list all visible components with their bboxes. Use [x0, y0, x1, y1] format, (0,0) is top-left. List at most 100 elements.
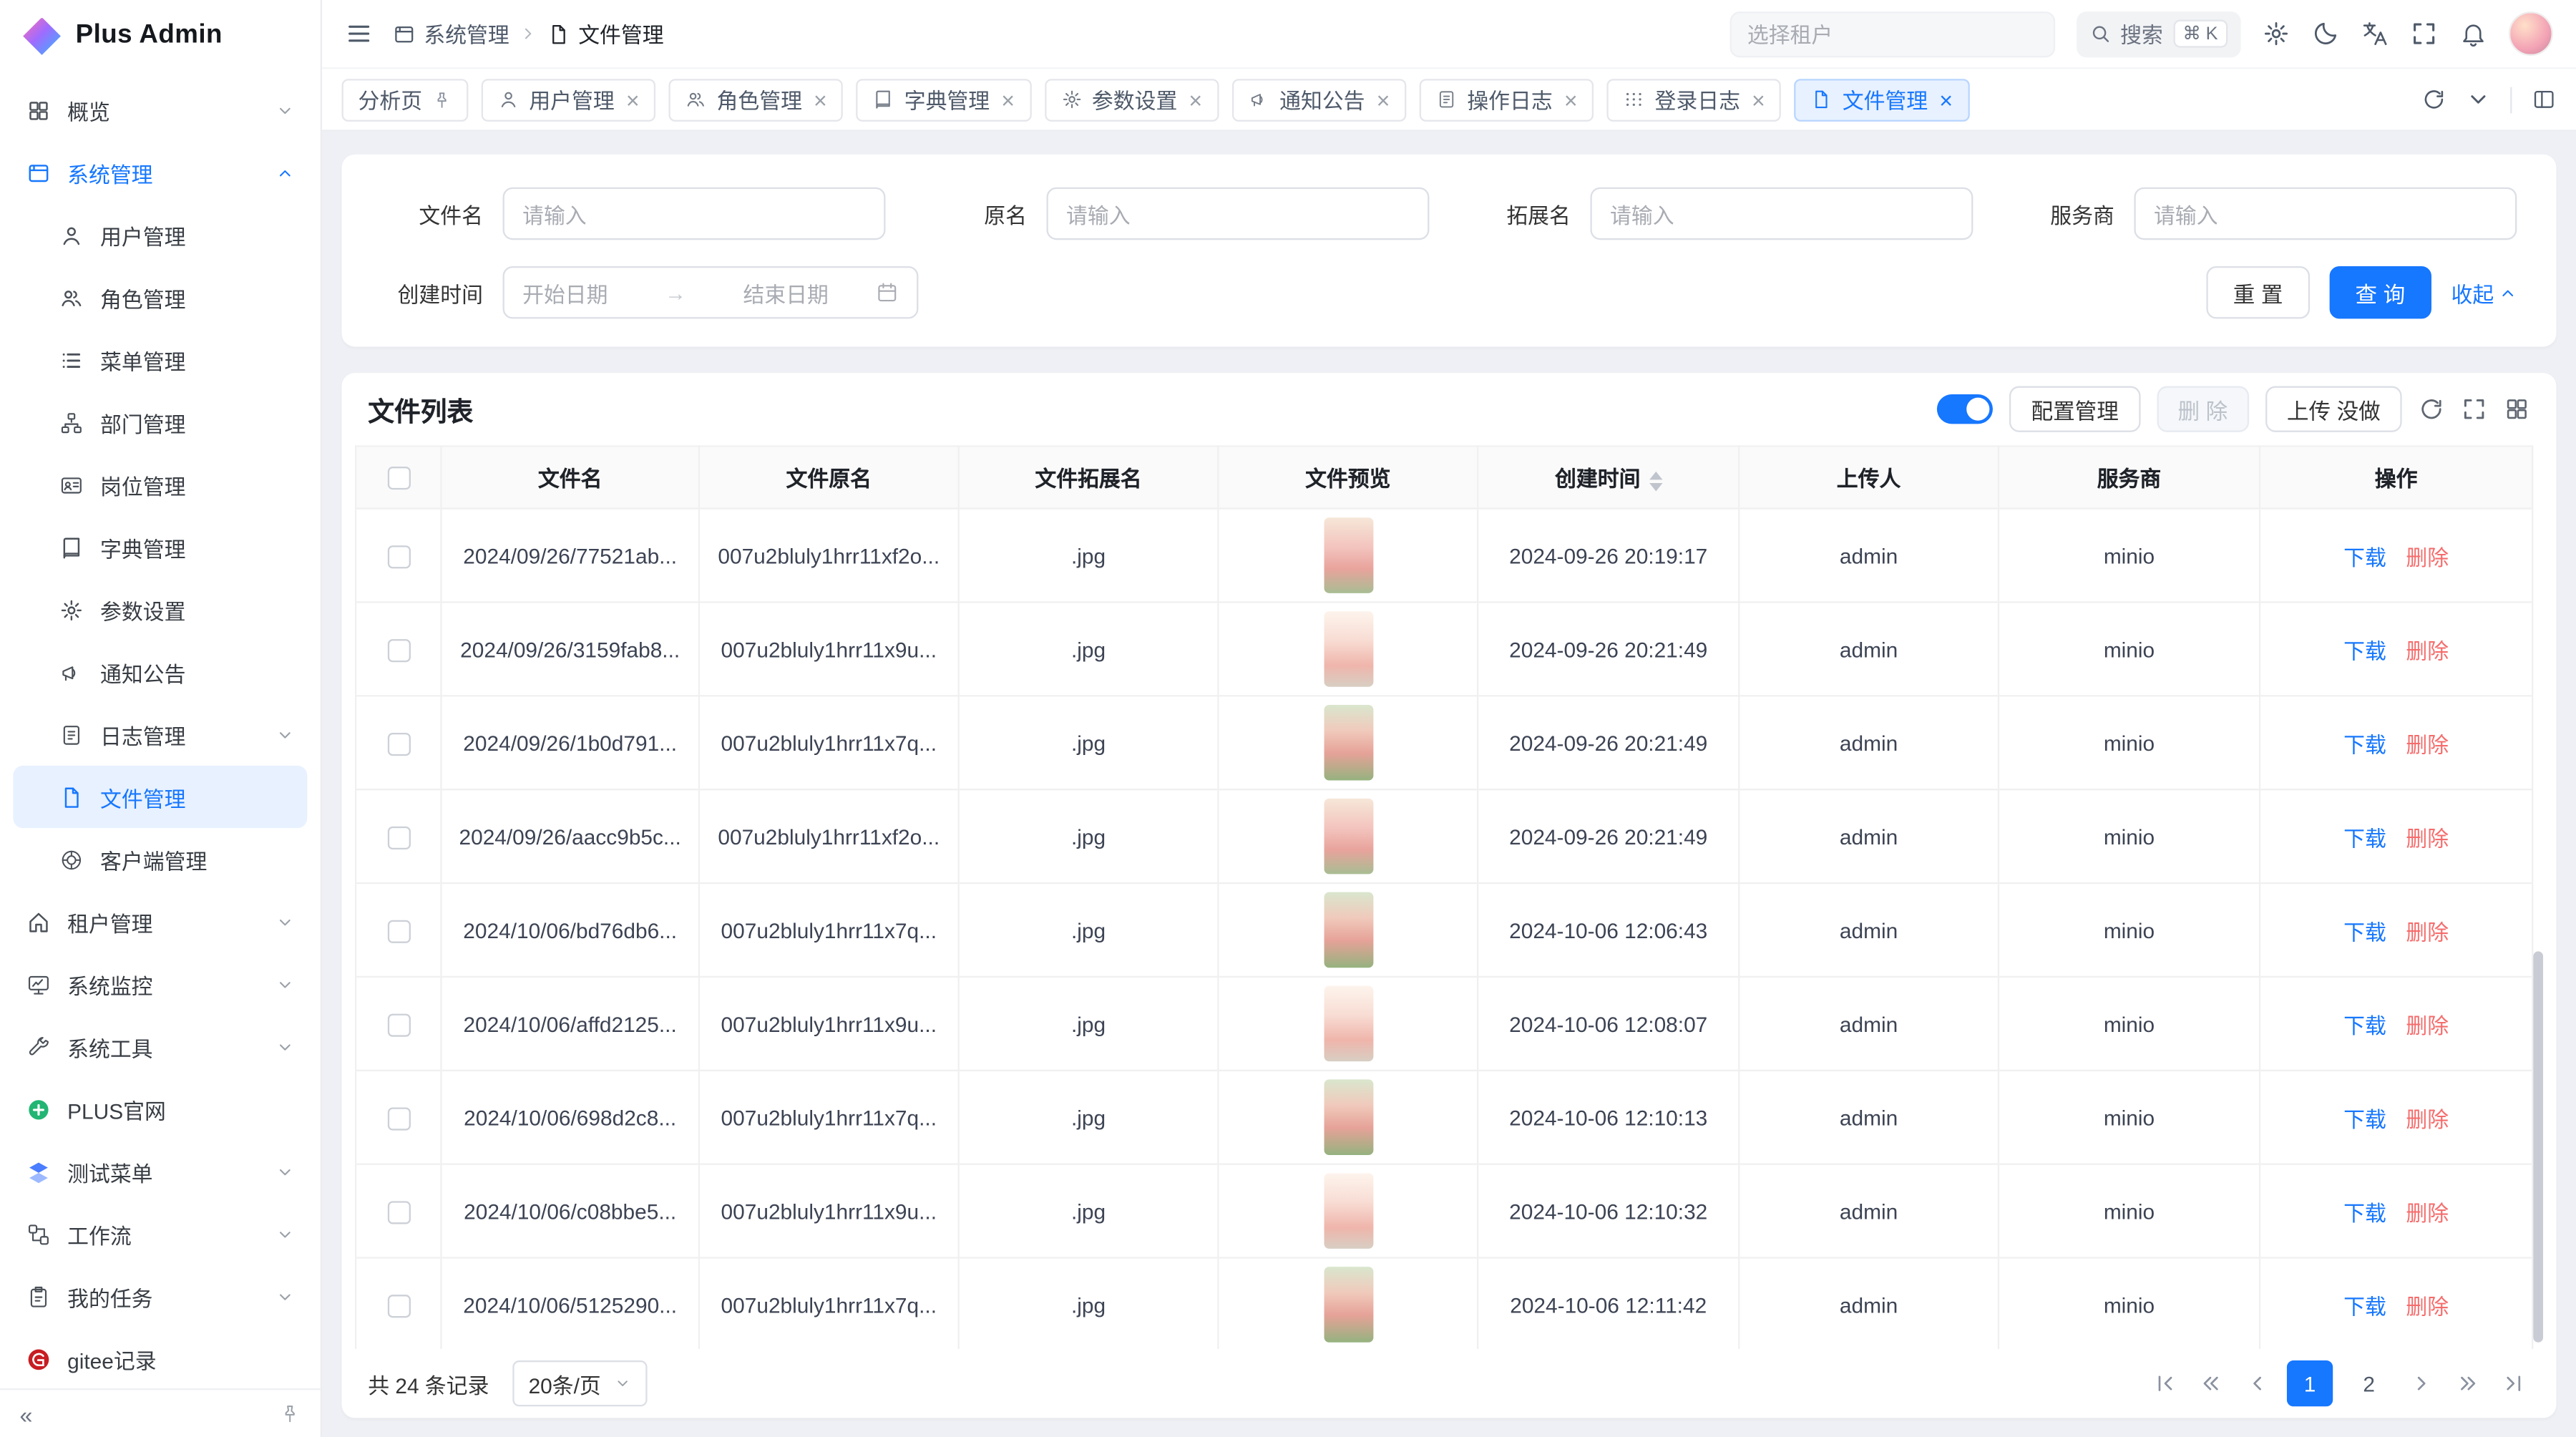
- row-checkbox[interactable]: [387, 732, 410, 755]
- sidebar-item-test-menu[interactable]: 测试菜单: [13, 1140, 307, 1202]
- sidebar-item-dept-management[interactable]: 部门管理: [13, 391, 307, 453]
- tab-close-icon[interactable]: ×: [1189, 88, 1202, 111]
- pin-icon[interactable]: [432, 89, 452, 109]
- tab-close-icon[interactable]: ×: [1564, 88, 1578, 111]
- sidebar-item-post-management[interactable]: 岗位管理: [13, 454, 307, 516]
- reset-button[interactable]: 重 置: [2207, 266, 2309, 318]
- file-preview-image[interactable]: [1323, 517, 1372, 593]
- download-link[interactable]: 下载: [2343, 1200, 2386, 1224]
- sidebar-item-param-settings[interactable]: 参数设置: [13, 578, 307, 640]
- menu-toggle-icon[interactable]: [345, 20, 373, 48]
- file-preview-image[interactable]: [1323, 611, 1372, 687]
- sidebar-item-notice[interactable]: 通知公告: [13, 640, 307, 703]
- delete-link[interactable]: 删除: [2406, 1013, 2449, 1037]
- prev-page-icon[interactable]: [2241, 1367, 2274, 1400]
- batch-delete-button[interactable]: 删 除: [2157, 386, 2249, 432]
- extension-input[interactable]: 请输入: [1590, 187, 1973, 240]
- chevron-down-icon[interactable]: [2466, 87, 2490, 112]
- tab-close-icon[interactable]: ×: [1752, 88, 1765, 111]
- sidebar-item-workflow[interactable]: 工作流: [13, 1203, 307, 1265]
- row-checkbox[interactable]: [387, 826, 410, 849]
- tab-close-icon[interactable]: ×: [1939, 88, 1953, 111]
- next-page-icon[interactable]: [2405, 1367, 2438, 1400]
- next-pages-icon[interactable]: [2451, 1367, 2484, 1400]
- row-checkbox[interactable]: [387, 545, 410, 568]
- sidebar-item-overview[interactable]: 概览: [13, 79, 307, 141]
- delete-link[interactable]: 删除: [2406, 826, 2449, 850]
- query-button[interactable]: 查 询: [2329, 266, 2431, 318]
- row-checkbox[interactable]: [387, 920, 410, 942]
- download-link[interactable]: 下载: [2343, 1294, 2386, 1318]
- breadcrumb-item-system[interactable]: 系统管理: [393, 18, 509, 49]
- config-management-button[interactable]: 配置管理: [2010, 386, 2140, 432]
- delete-link[interactable]: 删除: [2406, 545, 2449, 569]
- layout-panel-icon[interactable]: [2532, 87, 2556, 112]
- row-checkbox[interactable]: [387, 1295, 410, 1317]
- tab-login-log[interactable]: 登录日志×: [1607, 78, 1782, 121]
- download-link[interactable]: 下载: [2343, 545, 2386, 569]
- global-search-button[interactable]: 搜索 ⌘ K: [2076, 11, 2241, 57]
- refresh-icon[interactable]: [2421, 87, 2446, 112]
- list-mode-toggle[interactable]: [1938, 394, 1994, 424]
- download-link[interactable]: 下载: [2343, 920, 2386, 944]
- delete-link[interactable]: 删除: [2406, 1106, 2449, 1131]
- sidebar-item-menu-management[interactable]: 菜单管理: [13, 328, 307, 391]
- user-avatar[interactable]: [2509, 11, 2553, 56]
- select-all-checkbox[interactable]: [387, 467, 410, 490]
- collapse-filters-link[interactable]: 收起: [2451, 277, 2517, 308]
- sidebar-item-my-tasks[interactable]: 我的任务: [13, 1265, 307, 1328]
- sidebar-item-user-management[interactable]: 用户管理: [13, 204, 307, 266]
- date-range-input[interactable]: 开始日期 → 结束日期: [503, 266, 919, 318]
- download-link[interactable]: 下载: [2343, 826, 2386, 850]
- sidebar-item-system-tools[interactable]: 系统工具: [13, 1015, 307, 1078]
- first-page-icon[interactable]: [2149, 1367, 2182, 1400]
- page-button-1[interactable]: 1: [2287, 1360, 2333, 1406]
- download-link[interactable]: 下载: [2343, 1013, 2386, 1037]
- sidebar-collapse-button[interactable]: «: [20, 1401, 33, 1427]
- file-preview-image[interactable]: [1323, 799, 1372, 875]
- tab-analysis[interactable]: 分析页: [342, 78, 469, 121]
- file-name-input[interactable]: 请输入: [503, 187, 886, 240]
- tab-param-set[interactable]: 参数设置×: [1044, 78, 1219, 121]
- breadcrumb-item-file[interactable]: 文件管理: [547, 18, 664, 49]
- tab-dict-mgmt[interactable]: 字典管理×: [857, 78, 1031, 121]
- tab-close-icon[interactable]: ×: [1001, 88, 1015, 111]
- row-checkbox[interactable]: [387, 639, 410, 662]
- page-button-2[interactable]: 2: [2346, 1360, 2392, 1406]
- file-preview-image[interactable]: [1323, 892, 1372, 968]
- original-name-input[interactable]: 请输入: [1047, 187, 1430, 240]
- sidebar-item-file-management[interactable]: 文件管理: [13, 766, 307, 828]
- tab-notice[interactable]: 通知公告×: [1232, 78, 1407, 121]
- dark-mode-moon-icon[interactable]: [2311, 20, 2339, 48]
- last-page-icon[interactable]: [2497, 1367, 2530, 1400]
- file-preview-image[interactable]: [1323, 1079, 1372, 1155]
- file-preview-image[interactable]: [1323, 705, 1372, 781]
- vertical-scrollbar-thumb[interactable]: [2533, 951, 2543, 1342]
- sidebar-item-system-monitor[interactable]: 系统监控: [13, 953, 307, 1015]
- sidebar-item-role-management[interactable]: 角色管理: [13, 266, 307, 328]
- file-preview-image[interactable]: [1323, 986, 1372, 1062]
- delete-link[interactable]: 删除: [2406, 1200, 2449, 1224]
- tab-op-log[interactable]: 操作日志×: [1420, 78, 1594, 121]
- sidebar-item-gitee-log[interactable]: gitee记录: [13, 1328, 307, 1388]
- sidebar-item-system-management[interactable]: 系统管理: [13, 141, 307, 203]
- delete-link[interactable]: 删除: [2406, 638, 2449, 663]
- expand-icon[interactable]: [2461, 396, 2487, 422]
- row-checkbox[interactable]: [387, 1201, 410, 1224]
- sidebar-item-client-management[interactable]: 客户端管理: [13, 828, 307, 890]
- sort-icon[interactable]: [1649, 471, 1662, 491]
- notification-bell-icon[interactable]: [2459, 20, 2487, 48]
- provider-input[interactable]: 请输入: [2134, 187, 2517, 240]
- tab-role-mgmt[interactable]: 角色管理×: [669, 78, 844, 121]
- sidebar-item-plus-site[interactable]: PLUS官网: [13, 1078, 307, 1140]
- sidebar-item-dict-management[interactable]: 字典管理: [13, 516, 307, 578]
- delete-link[interactable]: 删除: [2406, 732, 2449, 756]
- tab-file-mgmt[interactable]: 文件管理×: [1795, 78, 1969, 121]
- upload-button[interactable]: 上传 没做: [2265, 386, 2402, 432]
- page-size-select[interactable]: 20条/页: [512, 1360, 647, 1406]
- tab-close-icon[interactable]: ×: [814, 88, 827, 111]
- download-link[interactable]: 下载: [2343, 1106, 2386, 1131]
- sidebar-item-log-management[interactable]: 日志管理: [13, 703, 307, 766]
- tab-close-icon[interactable]: ×: [1377, 88, 1390, 111]
- row-checkbox[interactable]: [387, 1013, 410, 1036]
